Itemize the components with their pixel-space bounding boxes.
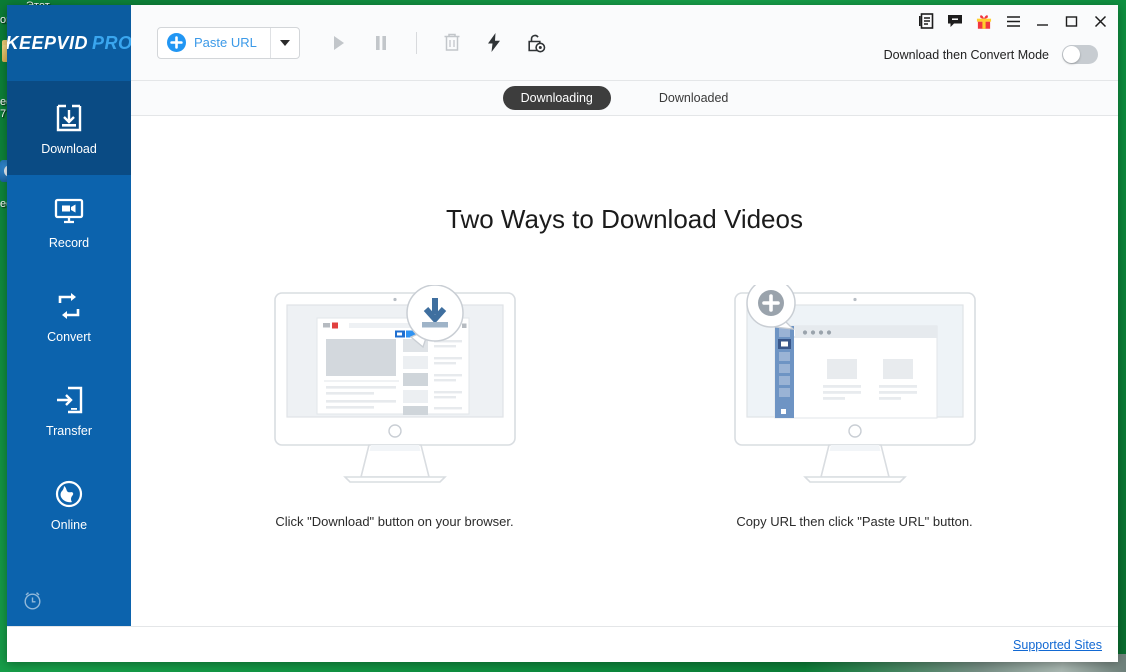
toolbar-icons: [328, 31, 547, 54]
tab-strip: Downloading Downloaded: [131, 81, 1118, 116]
sidebar-item-convert[interactable]: Convert: [7, 269, 131, 363]
method-cards: Click "Download" button on your browser.: [250, 278, 1000, 531]
sidebar-item-transfer[interactable]: Transfer: [7, 363, 131, 457]
sidebar-label-online: Online: [50, 518, 88, 532]
sidebar-item-online[interactable]: Online: [7, 457, 131, 551]
transfer-icon: [54, 382, 84, 418]
keepvid-pro-window: KEEPVID PRO Download Record Convert Tran…: [7, 5, 1118, 662]
toolbar-divider: [415, 31, 417, 54]
notes-icon[interactable]: [918, 13, 934, 29]
method-card-browser-caption: Click "Download" button on your browser.: [275, 514, 514, 529]
convert-mode-control: Download then Convert Mode: [884, 45, 1098, 64]
paste-url-dropdown[interactable]: [269, 27, 299, 58]
sidebar-bottom: [7, 580, 131, 626]
record-icon: [53, 194, 85, 230]
app-paste-url-monitor-illustration: [731, 278, 979, 490]
globe-icon: [54, 476, 84, 512]
delete-icon[interactable]: [441, 32, 463, 54]
toggle-knob: [1063, 46, 1080, 63]
sidebar-item-download[interactable]: Download: [7, 81, 131, 175]
paste-url-main[interactable]: Paste URL: [158, 28, 270, 58]
convert-icon: [54, 288, 84, 324]
maximize-icon[interactable]: [1063, 13, 1079, 29]
sidebar-label-record: Record: [48, 236, 90, 250]
footer: Supported Sites: [7, 626, 1118, 662]
method-card-paste-url: Copy URL then click "Paste URL" button.: [710, 278, 1000, 531]
window-body: KEEPVID PRO Download Record Convert Tran…: [7, 5, 1118, 626]
sidebar-label-transfer: Transfer: [45, 424, 93, 438]
play-icon[interactable]: [328, 32, 350, 54]
download-icon: [54, 100, 84, 136]
tab-downloading[interactable]: Downloading: [502, 86, 611, 110]
logo-primary-text: KEEPVID: [7, 32, 89, 53]
toolbar: Paste URL Download then Convert Mode: [131, 5, 1118, 81]
paste-url-button[interactable]: Paste URL: [157, 26, 300, 59]
chat-icon[interactable]: [947, 13, 963, 29]
sidebar-item-record[interactable]: Record: [7, 175, 131, 269]
logo-secondary-text: PRO: [92, 32, 133, 53]
pause-icon[interactable]: [370, 32, 392, 54]
browser-download-monitor-illustration: [271, 284, 519, 490]
paste-url-label: Paste URL: [194, 35, 257, 50]
method-card-browser: Click "Download" button on your browser.: [250, 284, 540, 531]
supported-sites-link[interactable]: Supported Sites: [1013, 638, 1102, 652]
chevron-down-icon: [279, 39, 290, 46]
main-area: Paste URL Download then Convert Mode Dow…: [131, 5, 1118, 626]
close-icon[interactable]: [1092, 13, 1108, 29]
sidebar-label-download: Download: [41, 142, 97, 156]
private-mode-icon[interactable]: [525, 32, 547, 54]
gift-icon[interactable]: [976, 13, 992, 29]
minimize-icon[interactable]: [1034, 13, 1050, 29]
sidebar: KEEPVID PRO Download Record Convert Tran…: [7, 5, 133, 626]
convert-mode-label: Download then Convert Mode: [883, 47, 1049, 62]
plus-circle-icon: [167, 33, 186, 52]
convert-mode-toggle[interactable]: [1062, 45, 1098, 64]
tab-downloaded[interactable]: Downloaded: [641, 86, 747, 110]
menu-icon[interactable]: [1005, 13, 1021, 29]
clock-icon[interactable]: [23, 591, 42, 615]
page-title: Two Ways to Download Videos: [446, 204, 803, 234]
app-logo: KEEPVID PRO: [7, 5, 133, 81]
sidebar-label-convert: Convert: [47, 330, 91, 344]
empty-state-content: Two Ways to Download Videos Click "Downl…: [131, 116, 1118, 626]
method-card-paste-url-caption: Copy URL then click "Paste URL" button.: [736, 514, 973, 529]
window-controls: [918, 13, 1108, 29]
accelerate-icon[interactable]: [483, 32, 505, 54]
